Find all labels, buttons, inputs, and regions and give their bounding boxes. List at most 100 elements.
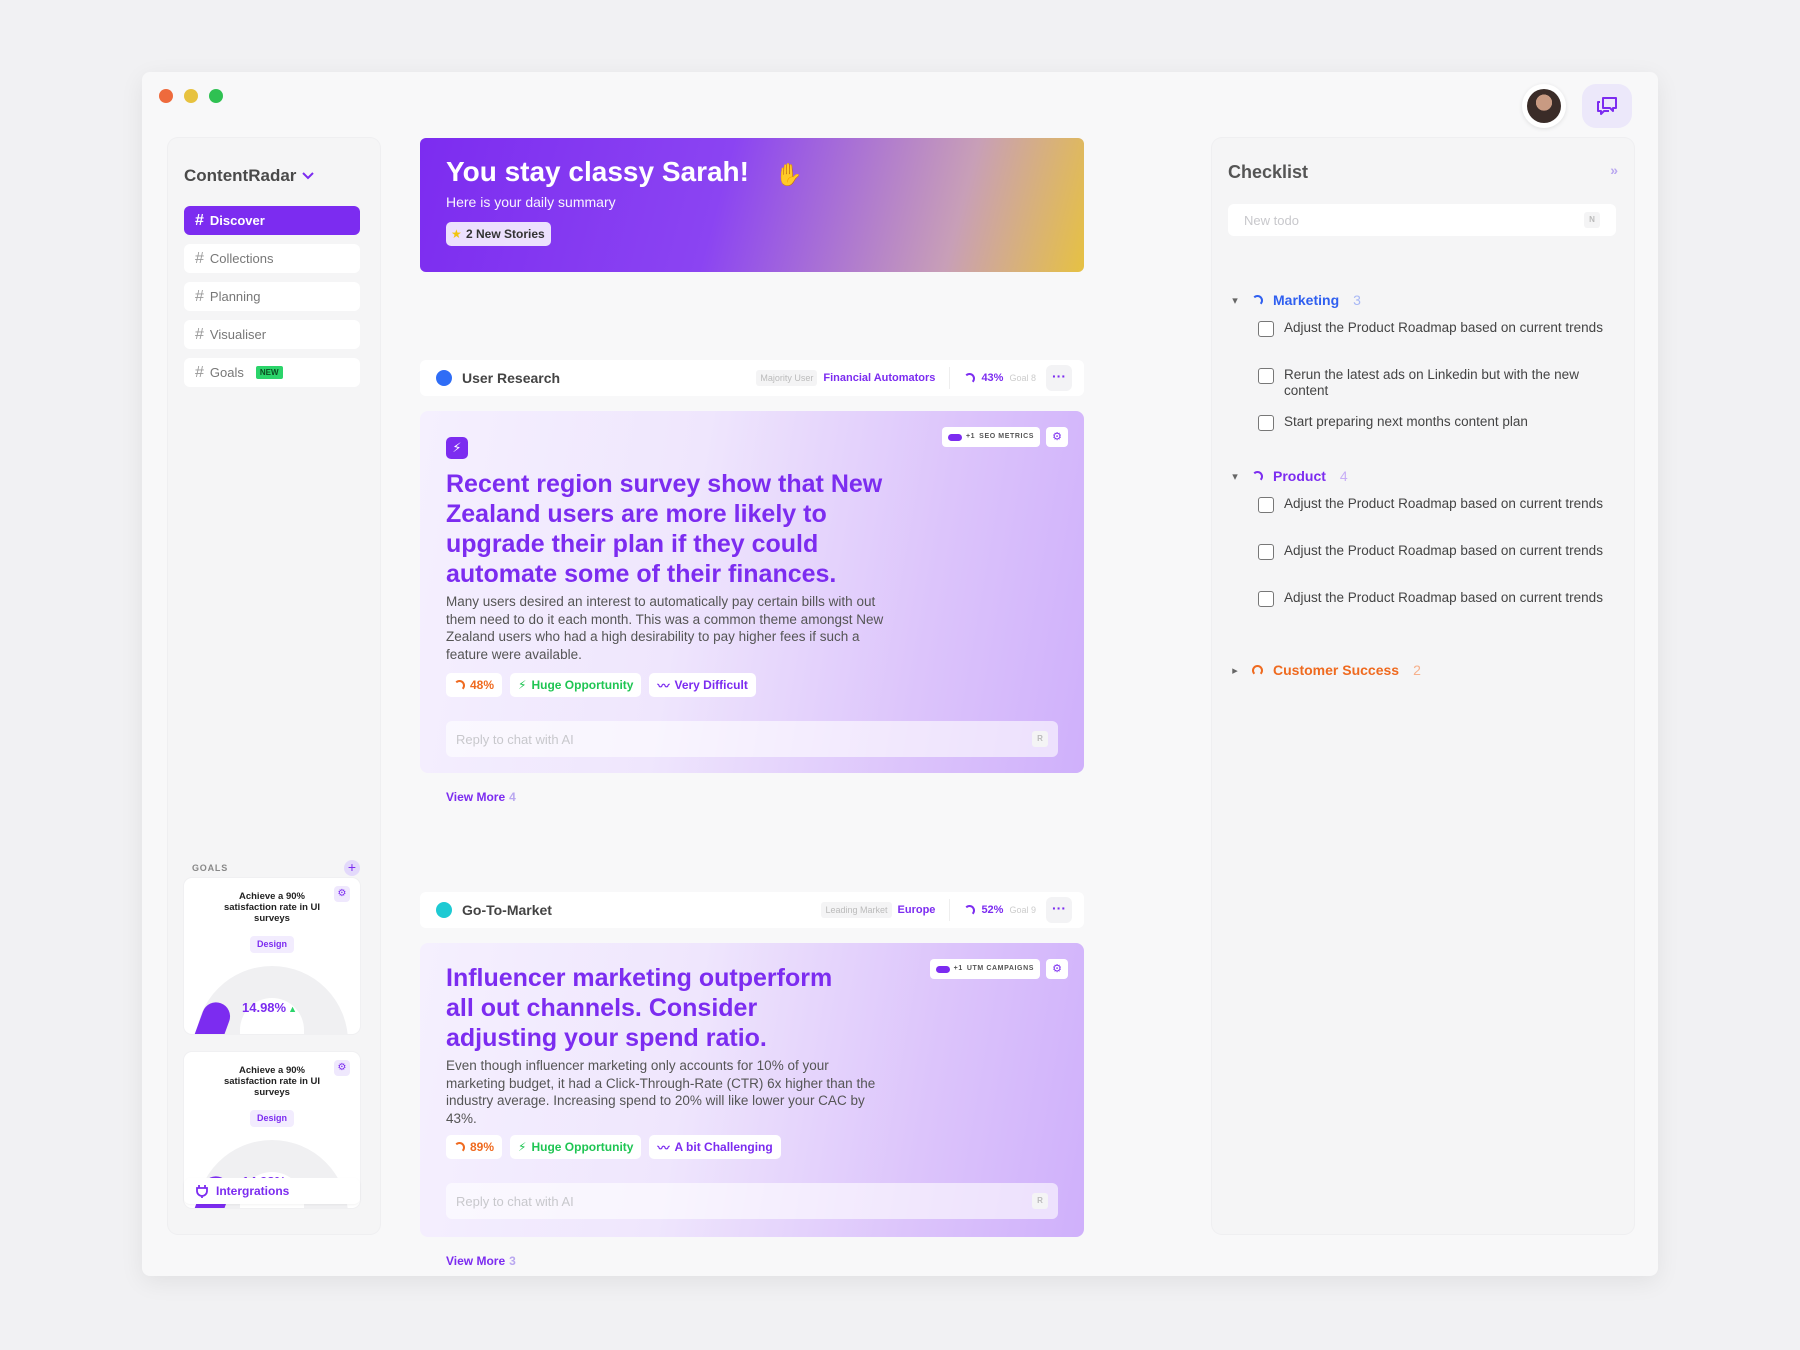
sidebar-item-collections[interactable]: # Collections [184,244,360,273]
sidebar-item-label: Collections [209,251,274,266]
todo-checkbox[interactable] [1258,415,1274,431]
story-settings-button[interactable]: ⚙ [1046,427,1068,447]
hash-icon: # [195,325,204,343]
todo-item: Start preparing next months content plan [1258,414,1618,431]
integrations-label: Intergrations [216,1184,290,1198]
shortcut-key: N [1584,212,1600,228]
maximize-window-button[interactable] [209,89,223,103]
minimize-window-button[interactable] [184,89,198,103]
gear-icon: ⚙ [1052,431,1062,443]
sidebar-nav: # Discover # Collections # Planning # Visual… [184,206,360,396]
checklist-group-product[interactable]: ▾ Product 4 [1228,468,1347,484]
checklist-panel: Checklist » New todo N ▾ Marketing 3 Adju… [1212,138,1634,1234]
pulse-icon: 〰 [657,678,670,693]
divider [949,367,951,389]
new-stories-badge[interactable]: 2 New Stories [446,222,551,246]
sidebar-item-planning[interactable]: # Planning [184,282,360,311]
meta-label: Leading Market [821,902,892,918]
reply-placeholder: Reply to chat with AI [456,731,574,747]
chevron-right-icon: ▸ [1232,664,1238,677]
top-right-actions [1522,84,1632,128]
new-badge: NEW [255,366,283,379]
progress-ring-icon [1252,470,1263,482]
todo-text: Rerun the latest ads on Linkedin but wit… [1284,367,1579,399]
story-metric-tags: +1 SEO METRICS ⚙ [941,427,1068,447]
sidebar-item-discover[interactable]: # Discover [184,206,360,235]
new-todo-input[interactable]: New todo N [1228,204,1616,236]
todo-checkbox[interactable] [1258,368,1274,384]
sidebar-item-goals[interactable]: # Goals NEW [184,358,360,387]
greeting-subtitle: Here is your daily summary [446,194,616,210]
integrations-button[interactable]: Intergrations [184,1178,360,1204]
add-goal-button[interactable]: + [344,860,360,876]
todo-checkbox[interactable] [1258,544,1274,560]
group-name: Product [1273,468,1326,484]
hash-icon: # [195,363,204,381]
view-more-label: View More [446,1254,506,1268]
bolt-icon: ⚡ [518,678,527,692]
sidebar-item-label: Goals [209,365,244,380]
meta-value: Financial Automators [823,372,936,384]
toggle-icon [935,965,950,973]
checklist-group-customer-success[interactable]: ▸ Customer Success 2 [1228,662,1421,678]
view-more-link[interactable]: View More 4 [446,790,516,804]
goal-title: Achieve a 90% satisfaction rate in UI su… [223,891,321,924]
goals-header: GOALS + [192,860,360,876]
more-options-button[interactable]: ··· [1046,365,1072,391]
section-name: User Research [462,370,561,386]
sidebar-item-label: Planning [209,289,261,304]
todo-text: Adjust the Product Roadmap based on curr… [1284,496,1603,511]
todo-item: Adjust the Product Roadmap based on curr… [1258,496,1618,513]
user-avatar[interactable] [1522,84,1566,128]
story-metric-tags: +1 UTM CAMPAIGNS ⚙ [929,959,1068,979]
goal-card[interactable]: Achieve a 90% satisfaction rate in UI su… [184,878,360,1034]
section-goal: Goal 8 [1009,373,1036,383]
goal-settings-button[interactable]: ⚙ [334,1060,350,1076]
todo-checkbox[interactable] [1258,497,1274,513]
checklist-group-marketing[interactable]: ▾ Marketing 3 [1228,292,1361,308]
todo-text: Start preparing next months content plan [1284,414,1528,429]
story-chips: 48% ⚡ Huge Opportunity 〰 Very Difficult [446,673,756,697]
section-header[interactable]: Go-To-Market Leading Market Europe 52% G… [420,892,1084,928]
chevron-down-icon: ▾ [1232,294,1238,307]
todo-checkbox[interactable] [1258,591,1274,607]
metric-tag-label: UTM CAMPAIGNS [966,965,1034,972]
goals-label: GOALS [192,863,229,873]
brand-name: ContentRadar [184,166,297,185]
collapse-panel-button[interactable]: » [1610,162,1618,178]
reply-input[interactable]: Reply to chat with AI R [446,1183,1058,1219]
story-headline: Recent region survey show that New Zeala… [446,470,883,588]
more-options-button[interactable]: ··· [1046,897,1072,923]
metric-tag[interactable]: +1 SEO METRICS [941,427,1040,447]
progress-ring-icon [1252,294,1263,306]
section-percent: 52% [981,904,1004,916]
chat-button[interactable] [1582,84,1632,128]
group-count: 3 [1353,292,1361,308]
sidebar-item-visualiser[interactable]: # Visualiser [184,320,360,349]
metric-count: +1 [953,965,963,972]
difficulty-chip: 〰 Very Difficult [649,673,756,697]
view-more-link[interactable]: View More 3 [446,1254,516,1268]
daily-summary-banner: You stay classy Sarah! ✋ Here is your da… [420,138,1084,272]
opportunity-label: Huge Opportunity [531,1140,634,1154]
metric-tag[interactable]: +1 UTM CAMPAIGNS [929,959,1040,979]
trend-up-icon: ▲ [288,1004,298,1014]
section-header[interactable]: User Research Majority User Financial Au… [420,360,1084,396]
checklist-title: Checklist [1228,162,1309,182]
shortcut-key: R [1032,1193,1048,1209]
workspace-switcher[interactable]: ContentRadar [184,166,315,186]
todo-checkbox[interactable] [1258,321,1274,337]
avatar-photo [1527,89,1561,123]
todo-text: Adjust the Product Roadmap based on curr… [1284,320,1603,335]
story-settings-button[interactable]: ⚙ [1046,959,1068,979]
chevron-down-icon: ▾ [1232,470,1238,483]
reply-input[interactable]: Reply to chat with AI R [446,721,1058,757]
group-name: Customer Success [1273,662,1400,678]
goal-settings-button[interactable]: ⚙ [334,886,350,902]
gear-icon: ⚙ [337,888,347,899]
progress-ring-icon [454,1141,465,1153]
view-more-count: 4 [509,790,516,804]
close-window-button[interactable] [159,89,173,103]
gear-icon: ⚙ [1052,963,1062,975]
pulse-icon: 〰 [657,1140,670,1155]
